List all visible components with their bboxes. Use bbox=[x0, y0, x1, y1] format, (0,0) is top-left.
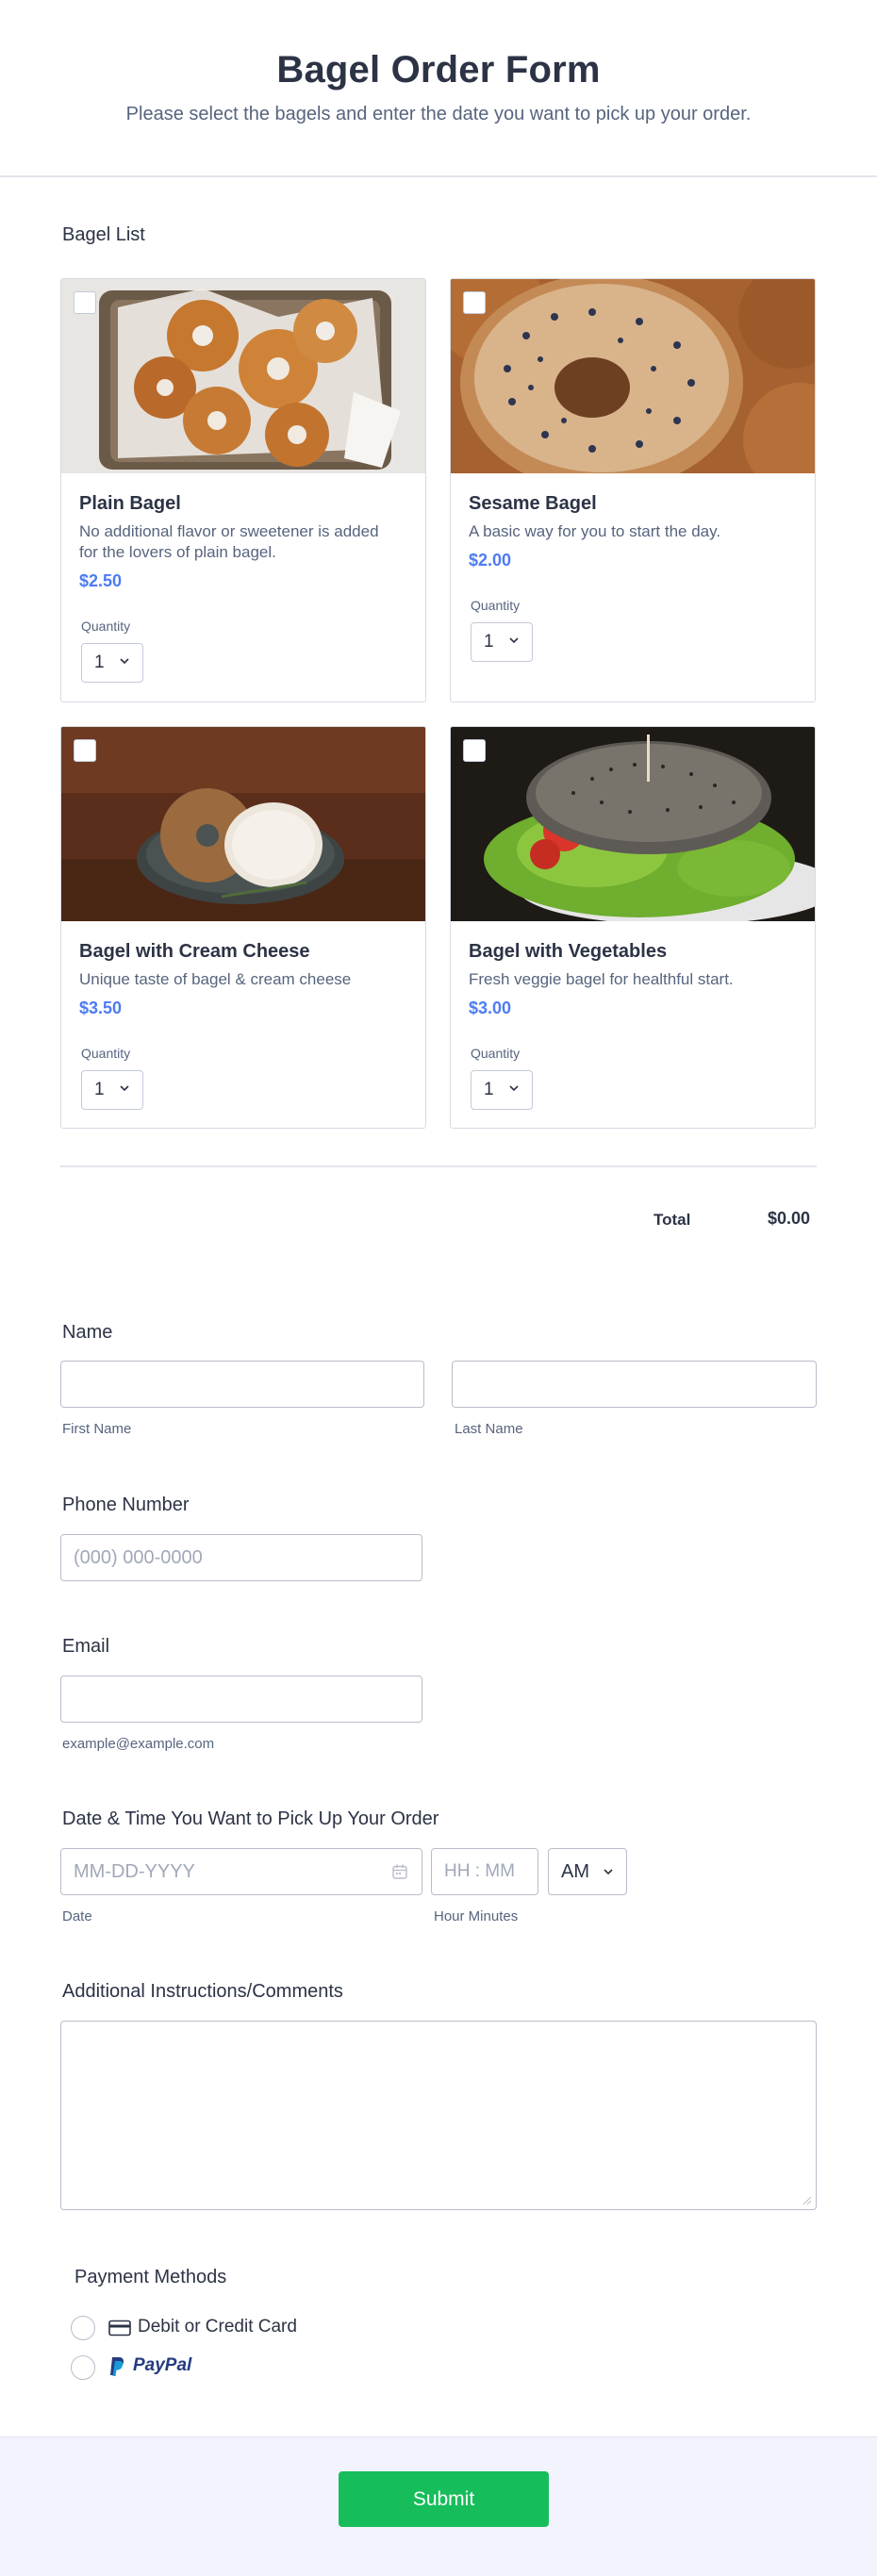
veggie-bagel-photo bbox=[451, 727, 815, 921]
pickup-date-input[interactable]: MM-DD-YYYY bbox=[60, 1848, 422, 1895]
phone-input[interactable]: (000) 000-0000 bbox=[60, 1534, 422, 1581]
cream-cheese-bagel-photo bbox=[61, 727, 425, 921]
name-label: Name bbox=[62, 1322, 113, 1343]
total-value: $0.00 bbox=[768, 1209, 811, 1228]
chevron-down-icon bbox=[604, 1869, 613, 1875]
time-sublabel: Hour Minutes bbox=[434, 1908, 519, 1924]
first-name-input[interactable] bbox=[60, 1361, 424, 1408]
quantity-label: Quantity bbox=[471, 1046, 521, 1061]
ampm-select[interactable]: AM bbox=[548, 1848, 627, 1895]
email-label: Email bbox=[62, 1636, 110, 1657]
bagel-list-label: Bagel List bbox=[62, 224, 145, 245]
last-name-input[interactable] bbox=[452, 1361, 817, 1408]
quantity-label: Quantity bbox=[471, 598, 521, 613]
payment-card-label[interactable]: Debit or Credit Card bbox=[138, 2317, 297, 2337]
payment-label: Payment Methods bbox=[74, 2267, 227, 2287]
phone-label: Phone Number bbox=[62, 1494, 190, 1515]
product-description: Fresh veggie bagel for healthful start. bbox=[469, 970, 734, 988]
chevron-down-icon bbox=[509, 637, 519, 644]
form-header: Bagel Order Form Please select the bagel… bbox=[0, 0, 877, 177]
bagel-basket-photo bbox=[61, 279, 425, 473]
select-checkbox[interactable] bbox=[463, 739, 486, 762]
quantity-value: 1 bbox=[94, 652, 105, 672]
product-card-veggie-bagel[interactable]: Bagel with Vegetables Fresh veggie bagel… bbox=[450, 726, 816, 1129]
product-price: $2.00 bbox=[469, 551, 512, 570]
select-checkbox[interactable] bbox=[74, 291, 96, 314]
email-sublabel: example@example.com bbox=[62, 1736, 215, 1752]
select-checkbox[interactable] bbox=[463, 291, 486, 314]
product-price: $3.50 bbox=[79, 999, 123, 1017]
pickup-time-input[interactable]: HH : MM bbox=[431, 1848, 538, 1895]
quantity-label: Quantity bbox=[81, 1046, 131, 1061]
payment-paypal-radio[interactable] bbox=[71, 2355, 95, 2380]
sesame-bagel-photo bbox=[451, 279, 815, 473]
product-description: A basic way for you to start the day. bbox=[469, 522, 721, 540]
product-card-cream-cheese-bagel[interactable]: Bagel with Cream Cheese Unique taste of … bbox=[60, 726, 426, 1129]
product-name: Plain Bagel bbox=[79, 493, 181, 514]
credit-card-icon bbox=[108, 2320, 131, 2337]
first-name-sublabel: First Name bbox=[62, 1421, 132, 1437]
payment-paypal-label[interactable]: PayPal bbox=[133, 2355, 191, 2376]
comments-textarea[interactable] bbox=[60, 2021, 817, 2210]
quantity-value: 1 bbox=[94, 1080, 105, 1099]
product-name: Sesame Bagel bbox=[469, 493, 597, 514]
email-input[interactable] bbox=[60, 1676, 422, 1723]
calendar-icon[interactable] bbox=[391, 1863, 408, 1880]
total-divider bbox=[60, 1165, 817, 1167]
product-description: Unique taste of bagel & cream cheese bbox=[79, 970, 352, 988]
product-price: $2.50 bbox=[79, 571, 123, 590]
form-title: Bagel Order Form bbox=[276, 49, 601, 91]
date-sublabel: Date bbox=[62, 1908, 92, 1924]
quantity-value: 1 bbox=[484, 1080, 494, 1099]
chevron-down-icon bbox=[120, 658, 129, 665]
comments-label: Additional Instructions/Comments bbox=[62, 1981, 343, 2002]
submit-button[interactable]: Submit bbox=[339, 2471, 549, 2527]
select-checkbox[interactable] bbox=[74, 739, 96, 762]
paypal-logo bbox=[110, 2357, 124, 2376]
ampm-value: AM bbox=[561, 1861, 589, 1882]
quantity-select[interactable]: 1 bbox=[471, 622, 533, 662]
resize-grip-icon[interactable] bbox=[803, 2196, 812, 2205]
chevron-down-icon bbox=[509, 1085, 519, 1092]
pickup-label: Date & Time You Want to Pick Up Your Ord… bbox=[62, 1808, 439, 1829]
payment-card-radio[interactable] bbox=[71, 2316, 95, 2340]
quantity-select[interactable]: 1 bbox=[81, 1070, 143, 1110]
form-subtitle: Please select the bagels and enter the d… bbox=[125, 104, 752, 124]
total-label: Total bbox=[654, 1211, 691, 1229]
product-description: No additional flavor or sweetener is add… bbox=[79, 522, 379, 561]
quantity-label: Quantity bbox=[81, 619, 131, 634]
quantity-select[interactable]: 1 bbox=[471, 1070, 533, 1110]
product-name: Bagel with Cream Cheese bbox=[79, 941, 310, 962]
quantity-value: 1 bbox=[484, 632, 494, 652]
product-name: Bagel with Vegetables bbox=[469, 941, 668, 962]
last-name-sublabel: Last Name bbox=[455, 1421, 523, 1437]
date-placeholder: MM-DD-YYYY bbox=[74, 1861, 195, 1882]
product-card-plain-bagel[interactable]: Plain Bagel No additional flavor or swee… bbox=[60, 278, 426, 702]
product-price: $3.00 bbox=[469, 999, 512, 1017]
product-card-sesame-bagel[interactable]: Sesame Bagel A basic way for you to star… bbox=[450, 278, 816, 702]
chevron-down-icon bbox=[120, 1085, 129, 1092]
quantity-select[interactable]: 1 bbox=[81, 643, 143, 683]
